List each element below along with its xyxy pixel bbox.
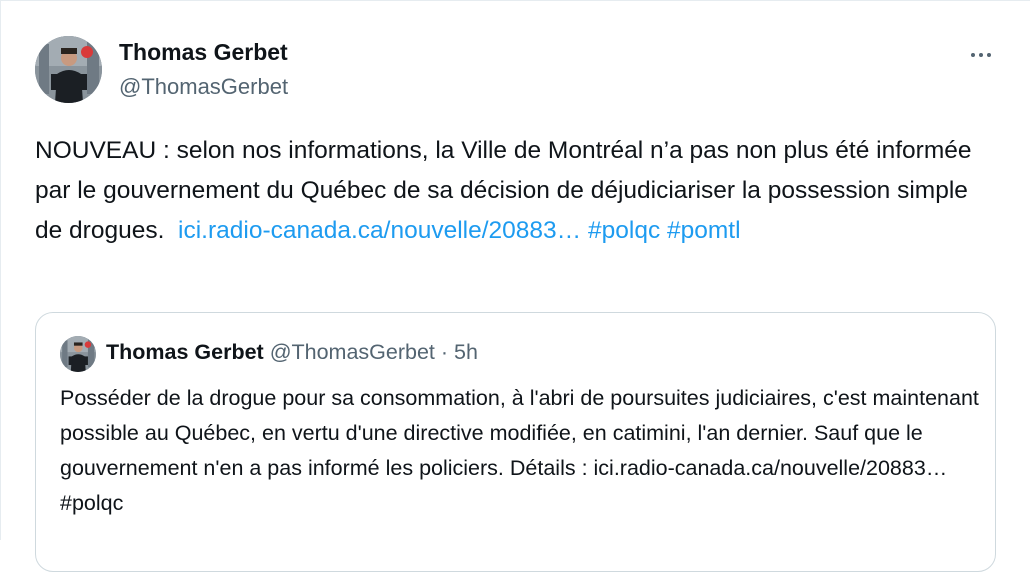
tweet-body: NOUVEAU : selon nos informations, la Vil… — [35, 131, 985, 251]
tweet-card: Thomas Gerbet @ThomasGerbet NOUVEAU : se… — [0, 0, 1030, 572]
dot — [971, 53, 975, 57]
quoted-author-handle: @ThomasGerbet — [269, 340, 435, 364]
avatar-photo — [35, 36, 102, 103]
quoted-header: Thomas Gerbet @ThomasGerbet · 5h — [106, 340, 478, 365]
quoted-tweet[interactable]: Thomas Gerbet @ThomasGerbet · 5h Posséde… — [35, 312, 996, 572]
dot — [979, 53, 983, 57]
author-handle[interactable]: @ThomasGerbet — [119, 74, 288, 100]
hashtag-pomtl[interactable]: #pomtl — [667, 217, 741, 244]
dot — [987, 53, 991, 57]
author-name[interactable]: Thomas Gerbet — [119, 39, 288, 66]
more-options-icon[interactable] — [963, 41, 999, 69]
hashtag-polqc[interactable]: #polqc — [588, 217, 660, 244]
quoted-separator: · — [440, 340, 449, 364]
tweet-link[interactable]: ici.radio-canada.ca/nouvelle/20883… — [178, 217, 581, 244]
quoted-author-avatar — [60, 336, 96, 372]
quoted-timestamp: 5h — [454, 340, 478, 364]
author-avatar[interactable] — [35, 36, 102, 103]
quoted-text: Posséder de la drogue pour sa consommati… — [60, 386, 979, 515]
avatar-photo — [60, 336, 96, 372]
quoted-author-name: Thomas Gerbet — [106, 340, 264, 364]
